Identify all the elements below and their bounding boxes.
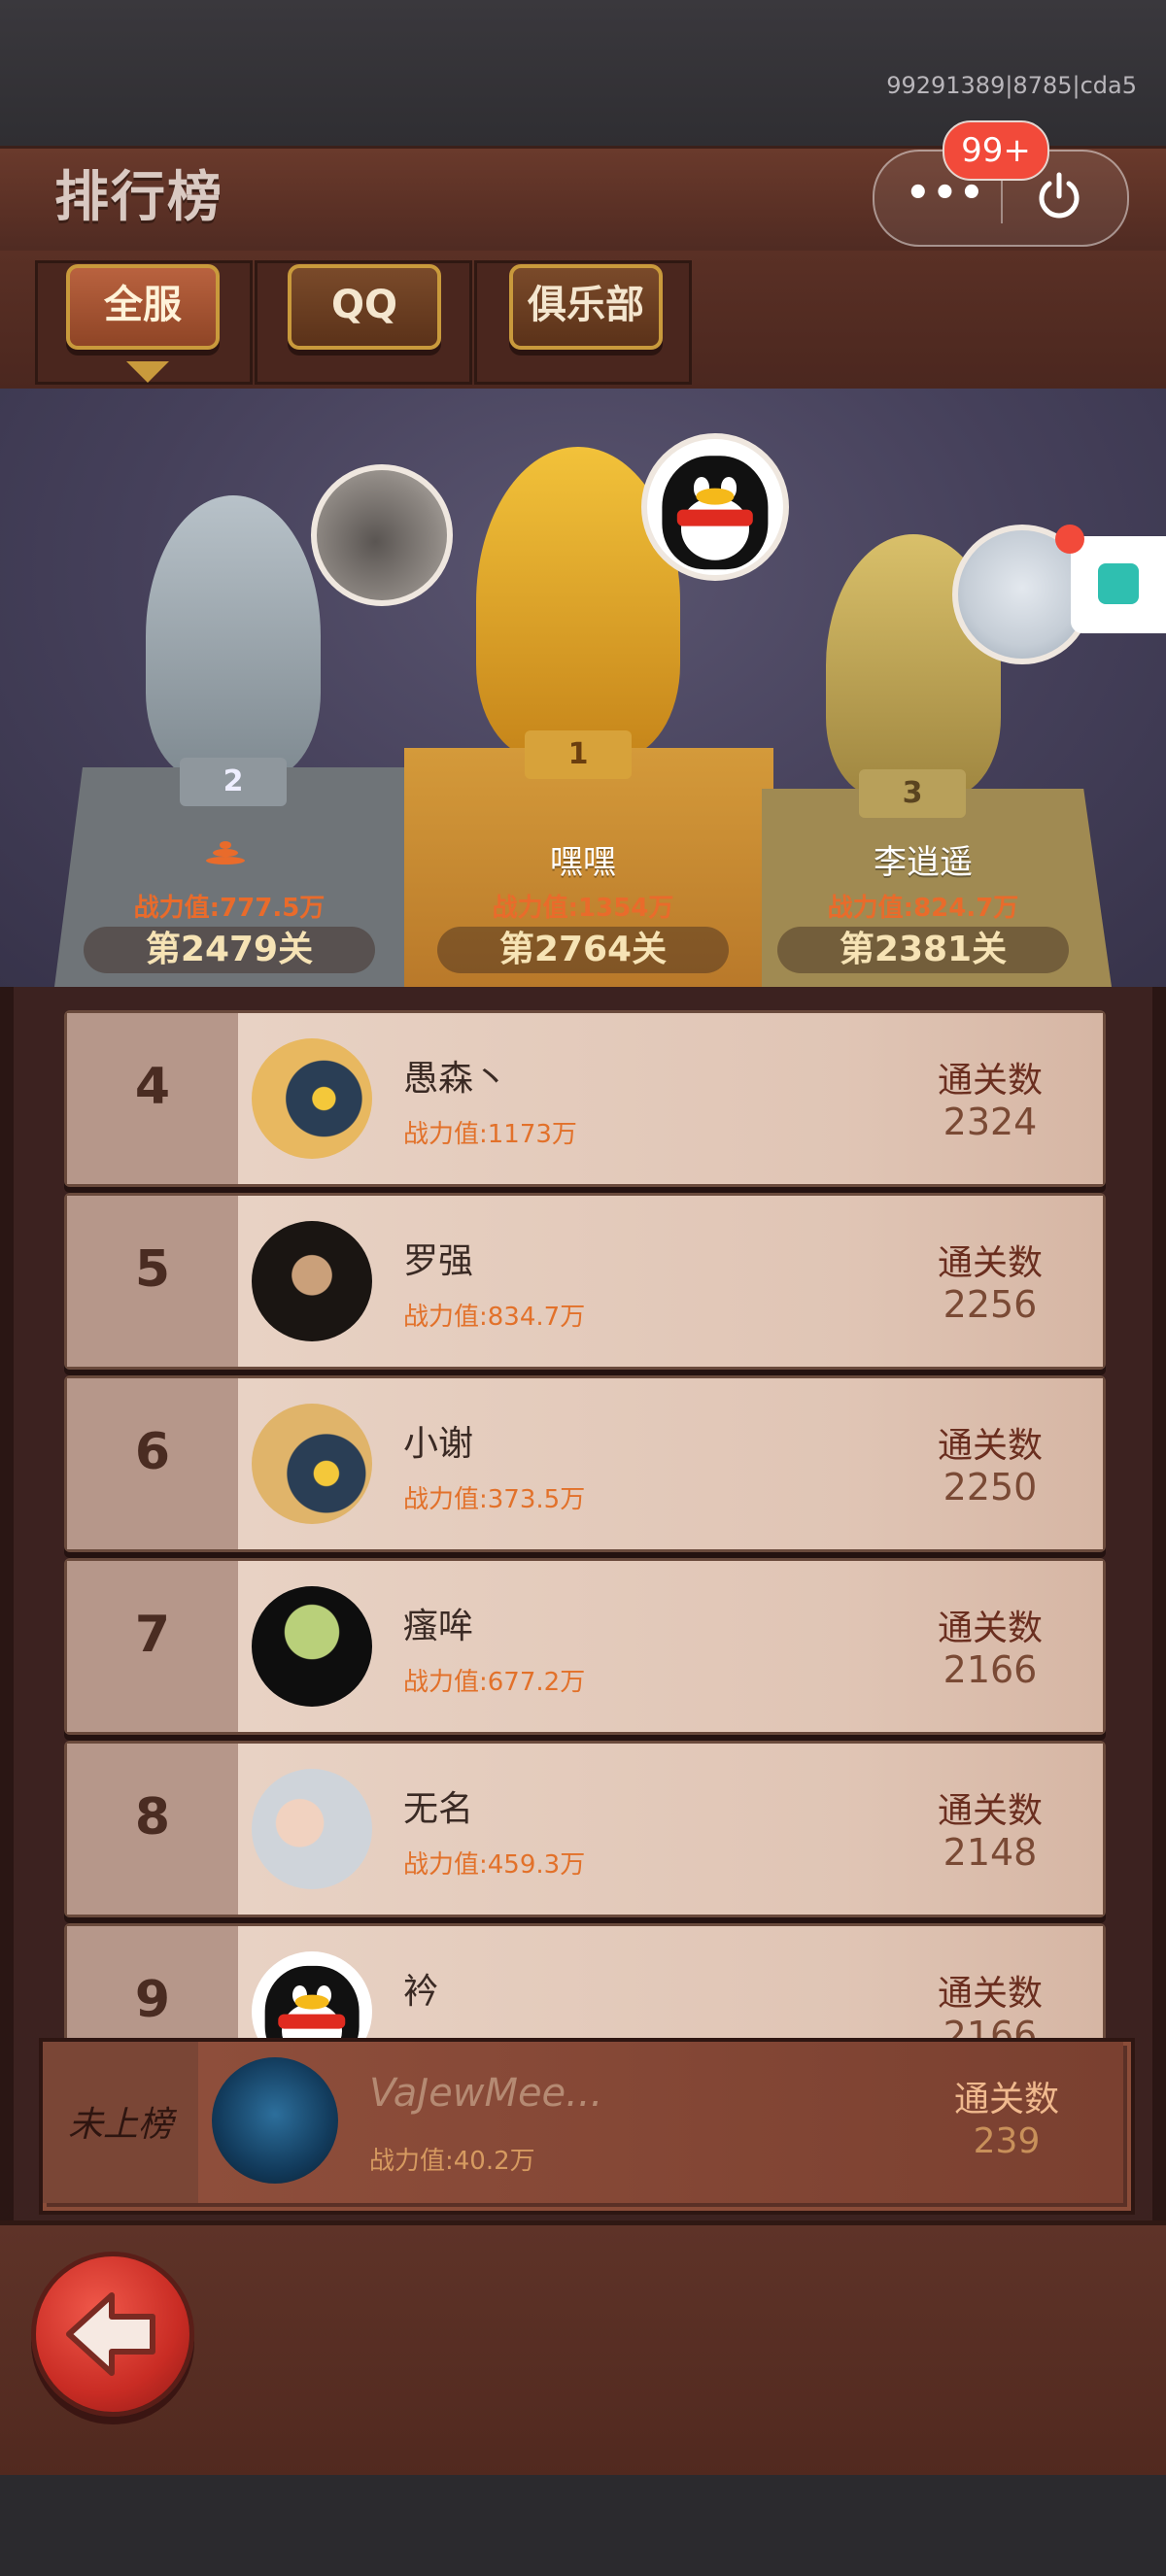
player-power: 战力值:373.5万 bbox=[403, 1485, 586, 1514]
player-avatar[interactable] bbox=[252, 1038, 372, 1159]
ranking-row[interactable]: 8 无名 战力值:459.3万 通关数 2148 bbox=[64, 1741, 1106, 1917]
back-button[interactable] bbox=[31, 2252, 194, 2417]
tab-club[interactable]: 俱乐部 bbox=[509, 264, 663, 350]
tab-qq[interactable]: QQ bbox=[288, 264, 441, 350]
mini-game-icon bbox=[1098, 563, 1139, 604]
active-tab-indicator bbox=[126, 361, 169, 383]
ranking-row[interactable]: 7 瘙哞 战力值:677.2万 通关数 2166 bbox=[64, 1558, 1106, 1735]
build-id: 99291389|8785|cda5 bbox=[886, 72, 1137, 99]
podium-first-level: 第2764关 bbox=[437, 927, 729, 973]
player-avatar[interactable] bbox=[252, 1951, 372, 2040]
rank-number: 6 bbox=[134, 1423, 171, 1481]
podium-third-name: 李逍遥 bbox=[874, 843, 973, 882]
stage-count: 2256 bbox=[943, 1283, 1038, 1326]
player-power: 战力值:677.2万 bbox=[403, 1668, 586, 1697]
ranking-row[interactable]: 9 衿 通关数 2166 bbox=[64, 1923, 1106, 2040]
silver-fish-trophy bbox=[146, 495, 321, 777]
podium-second-level: 第2479关 bbox=[84, 927, 375, 973]
trophy-stand-second: 2 bbox=[180, 758, 287, 806]
my-stage-count: 239 bbox=[973, 2121, 1041, 2161]
rank-number: 5 bbox=[134, 1240, 171, 1299]
ranking-row[interactable]: 6 小谢 战力值:373.5万 通关数 2250 bbox=[64, 1375, 1106, 1552]
stage-count-label: 通关数 bbox=[937, 1426, 1043, 1466]
ranking-row[interactable]: 4 愚森丶 战力值:1173万 通关数 2324 bbox=[64, 1010, 1106, 1187]
my-rank-row[interactable]: 未上榜 VaJewMee... 战力值:40.2万 通关数 239 bbox=[39, 2038, 1135, 2215]
back-arrow-icon bbox=[66, 2292, 155, 2376]
stage-count-label: 通关数 bbox=[937, 1974, 1043, 2014]
stage-count: 2166 bbox=[943, 2014, 1038, 2040]
stage-count-label: 通关数 bbox=[937, 1609, 1043, 1648]
stage-count: 2250 bbox=[943, 1466, 1038, 1508]
mini-game-dot bbox=[1055, 525, 1084, 554]
player-name: 愚森丶 bbox=[403, 1059, 509, 1099]
player-avatar[interactable] bbox=[252, 1586, 372, 1707]
unranked-label: 未上榜 bbox=[67, 2105, 173, 2145]
poop-icon bbox=[204, 839, 247, 864]
stage-count-label: 通关数 bbox=[937, 1243, 1043, 1283]
rank-number: 8 bbox=[134, 1788, 171, 1847]
podium-first-name: 嘿嘿 bbox=[550, 843, 616, 882]
rank-number: 4 bbox=[134, 1058, 171, 1116]
trophy-stand-third: 3 bbox=[859, 769, 966, 818]
podium-third-level: 第2381关 bbox=[777, 927, 1069, 973]
my-stage-label: 通关数 bbox=[953, 2080, 1059, 2119]
podium-second-power: 战力值:777.5万 bbox=[133, 894, 326, 923]
player-power: 战力值:459.3万 bbox=[403, 1850, 586, 1880]
page-title: 排行榜 bbox=[54, 166, 223, 229]
player-power: 战力值:834.7万 bbox=[403, 1303, 586, 1332]
trophy-stand-first: 1 bbox=[525, 730, 632, 779]
stage-count: 2148 bbox=[943, 1831, 1038, 1874]
stage-count-label: 通关数 bbox=[937, 1791, 1043, 1831]
podium-first-power: 战力值:1354万 bbox=[492, 894, 674, 923]
ranking-list[interactable]: 4 愚森丶 战力值:1173万 通关数 2324 5 罗强 战力值:834.7万… bbox=[47, 1000, 1119, 2040]
my-avatar[interactable] bbox=[212, 2057, 338, 2184]
power-icon[interactable] bbox=[1030, 167, 1088, 225]
avatar-second[interactable] bbox=[311, 464, 453, 606]
player-name: 瘙哞 bbox=[403, 1607, 474, 1646]
stage-count-label: 通关数 bbox=[937, 1061, 1043, 1101]
player-avatar[interactable] bbox=[252, 1769, 372, 1889]
ranking-row[interactable]: 5 罗强 战力值:834.7万 通关数 2256 bbox=[64, 1193, 1106, 1370]
stage-count: 2324 bbox=[943, 1101, 1038, 1143]
player-power: 战力值:1173万 bbox=[403, 1120, 577, 1149]
tab-all-server[interactable]: 全服 bbox=[66, 264, 220, 350]
my-power: 战力值:40.2万 bbox=[369, 2147, 535, 2176]
player-name: 衿 bbox=[403, 1972, 439, 2012]
rank-number: 7 bbox=[134, 1606, 171, 1664]
player-name: 罗强 bbox=[403, 1241, 474, 1281]
my-name: VaJewMee... bbox=[369, 2071, 603, 2116]
player-name: 小谢 bbox=[403, 1424, 474, 1464]
podium-third-power: 战力值:824.7万 bbox=[827, 894, 1019, 923]
rank-number: 9 bbox=[134, 1971, 171, 2029]
player-avatar[interactable] bbox=[252, 1221, 372, 1341]
player-avatar[interactable] bbox=[252, 1404, 372, 1524]
player-name: 无名 bbox=[403, 1789, 474, 1829]
stage-count: 2166 bbox=[943, 1648, 1038, 1691]
system-nav-bar bbox=[0, 2475, 1166, 2576]
avatar-first[interactable] bbox=[641, 433, 789, 581]
